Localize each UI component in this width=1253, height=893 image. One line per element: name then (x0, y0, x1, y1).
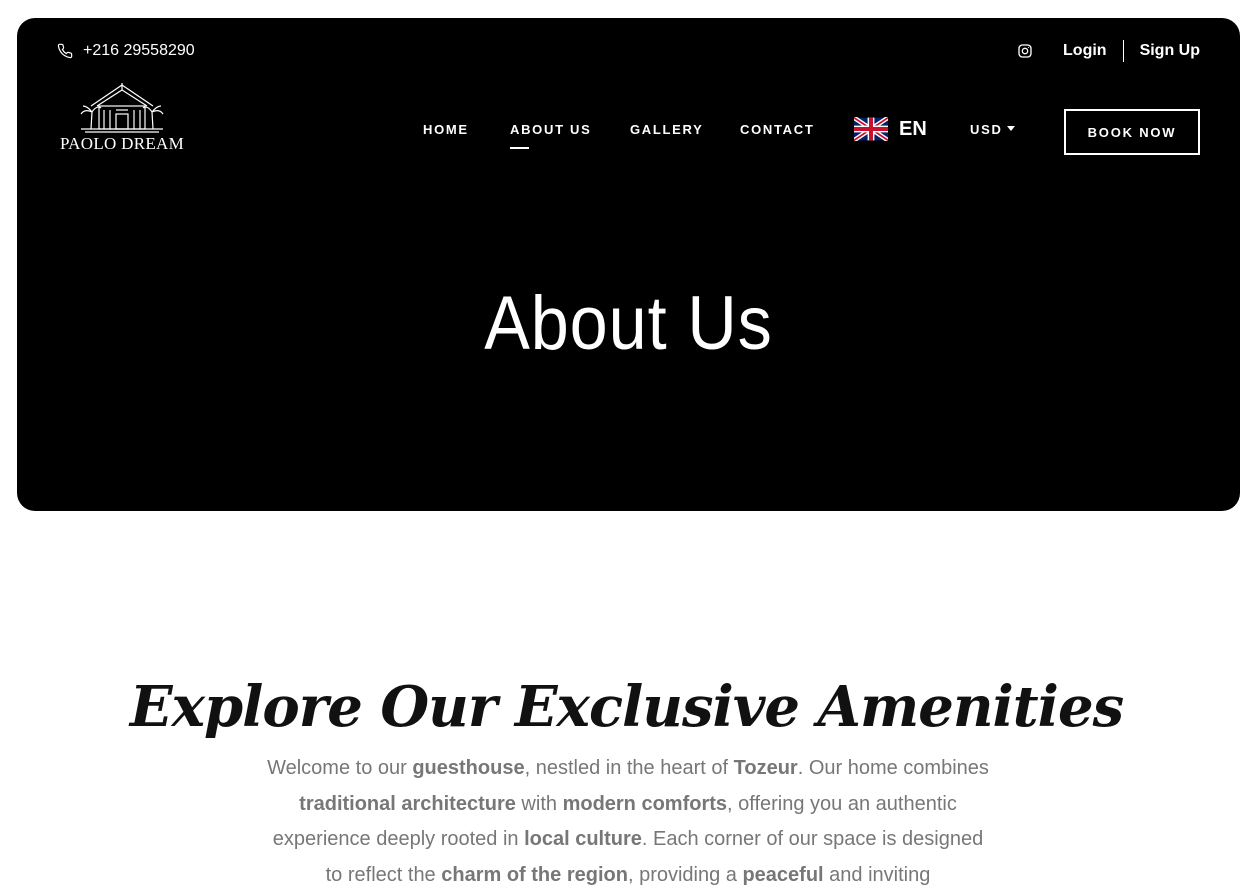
intro-text: . Our home combines (797, 757, 989, 779)
intro-text: Welcome to our (267, 757, 413, 779)
nav-gallery[interactable]: GALLERY (630, 122, 704, 137)
intro-emphasis: charm of the region (441, 863, 628, 886)
caret-down-icon (1006, 125, 1015, 131)
nav-about-us[interactable]: ABOUT US (510, 122, 592, 137)
account-links: Login Sign Up (1017, 40, 1200, 62)
intro-emphasis: traditional architecture (299, 792, 516, 815)
signup-link[interactable]: Sign Up (1124, 40, 1200, 62)
brand-logo[interactable]: PAOLO DREAM (55, 82, 189, 158)
phone-contact[interactable]: +216 29558290 (57, 41, 195, 61)
language-selector[interactable]: EN (854, 117, 927, 141)
page-title: About Us (484, 280, 773, 366)
intro-emphasis: peaceful (742, 863, 824, 886)
phone-icon (57, 43, 73, 59)
intro-text: with (515, 792, 563, 815)
book-now-button[interactable]: BOOK NOW (1064, 109, 1200, 155)
intro-text: and inviting (823, 863, 931, 886)
intro-text: , providing a (627, 863, 743, 886)
nav-home[interactable]: HOME (423, 122, 469, 137)
house-logo-icon (80, 83, 164, 133)
login-link[interactable]: Login (1063, 40, 1124, 62)
hero-banner: +216 29558290 Login Sign Up PAOLO DREAM … (17, 18, 1240, 511)
active-nav-indicator (510, 147, 529, 149)
uk-flag-icon (854, 117, 888, 141)
intro-emphasis: modern comforts (562, 792, 728, 815)
nav-contact[interactable]: CONTACT (740, 122, 814, 137)
intro-emphasis: guesthouse (412, 757, 525, 779)
currency-selector[interactable]: USD (970, 122, 1015, 137)
intro-emphasis: Tozeur (733, 757, 798, 779)
intro-text: , nestled in the heart of (524, 757, 734, 779)
brand-name: PAOLO DREAM (59, 134, 185, 153)
section-heading: Explore Our Exclusive Amenities (129, 674, 1124, 741)
phone-number[interactable]: +216 29558290 (83, 42, 195, 60)
intro-paragraph: Welcome to our guesthouse, nestled in th… (262, 751, 994, 893)
instagram-icon[interactable] (1017, 43, 1033, 59)
intro-emphasis: local culture (524, 828, 642, 850)
language-code: EN (899, 117, 927, 140)
currency-code: USD (970, 122, 1003, 137)
